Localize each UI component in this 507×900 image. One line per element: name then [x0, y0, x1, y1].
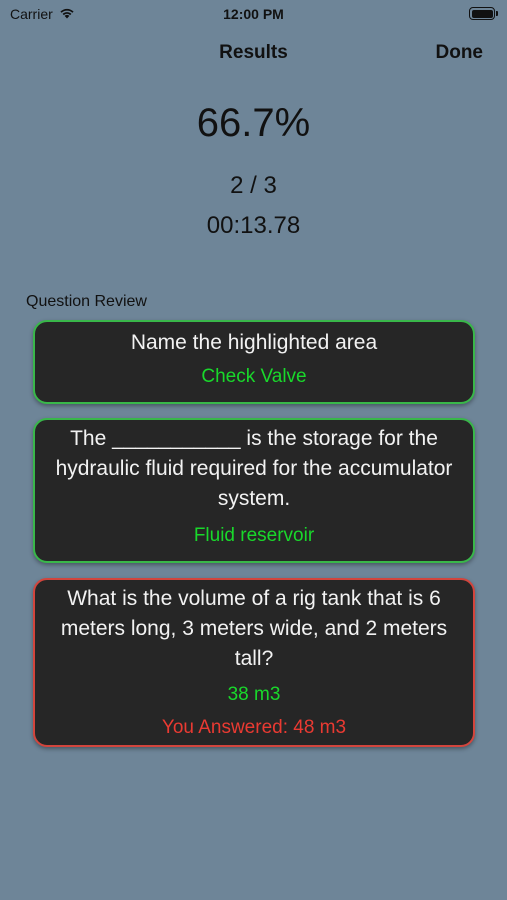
correct-answer: Check Valve [201, 366, 307, 387]
review-card-1[interactable]: Name the highlighted area Check Valve [33, 320, 475, 404]
correct-answer: 38 m3 [227, 684, 281, 705]
status-bar: Carrier 12:00 PM [0, 0, 507, 30]
review-question: Name the highlighted area [130, 331, 378, 354]
status-time: 12:00 PM [223, 6, 284, 22]
battery-icon [469, 7, 498, 20]
done-button[interactable]: Done [436, 42, 484, 64]
page-title: Results [219, 42, 288, 63]
elapsed-time: 00:13.78 [206, 212, 301, 239]
score-fraction: 2 / 3 [230, 172, 277, 199]
review-question: What is the volume of a rig tank that is… [60, 587, 448, 670]
battery-fill [471, 9, 493, 18]
correct-answer: Fluid reservoir [193, 525, 315, 546]
score-percentage: 66.7% [196, 101, 311, 145]
question-review-heading: Question Review [26, 293, 147, 310]
review-card-2[interactable]: The ___________ is the storage for the h… [33, 418, 475, 563]
review-question: The ___________ is the storage for the h… [55, 427, 453, 510]
review-card-3[interactable]: What is the volume of a rig tank that is… [33, 578, 475, 747]
user-answer: You Answered: 48 m3 [161, 717, 347, 738]
battery-nub [496, 11, 498, 16]
